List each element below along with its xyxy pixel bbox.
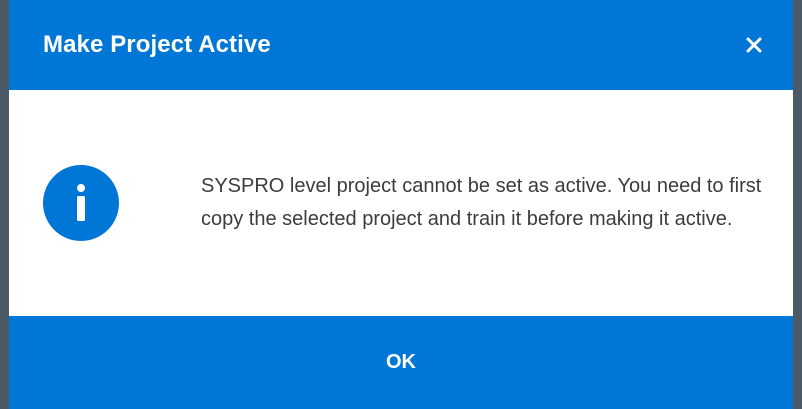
- ok-button-label: OK: [386, 351, 416, 373]
- dialog-body: SYSPRO level project cannot be set as ac…: [9, 90, 793, 316]
- dialog-title: Make Project Active: [43, 31, 271, 58]
- info-icon: [43, 165, 119, 241]
- dialog-message: SYSPRO level project cannot be set as ac…: [201, 175, 762, 230]
- close-button[interactable]: [741, 32, 767, 58]
- ok-button[interactable]: OK: [9, 316, 793, 409]
- close-icon: [746, 37, 762, 53]
- backdrop-right: [793, 0, 802, 409]
- backdrop-left: [0, 0, 9, 409]
- make-project-active-dialog: Make Project Active SYSPRO level project…: [9, 0, 793, 409]
- dialog-header: Make Project Active: [9, 0, 793, 90]
